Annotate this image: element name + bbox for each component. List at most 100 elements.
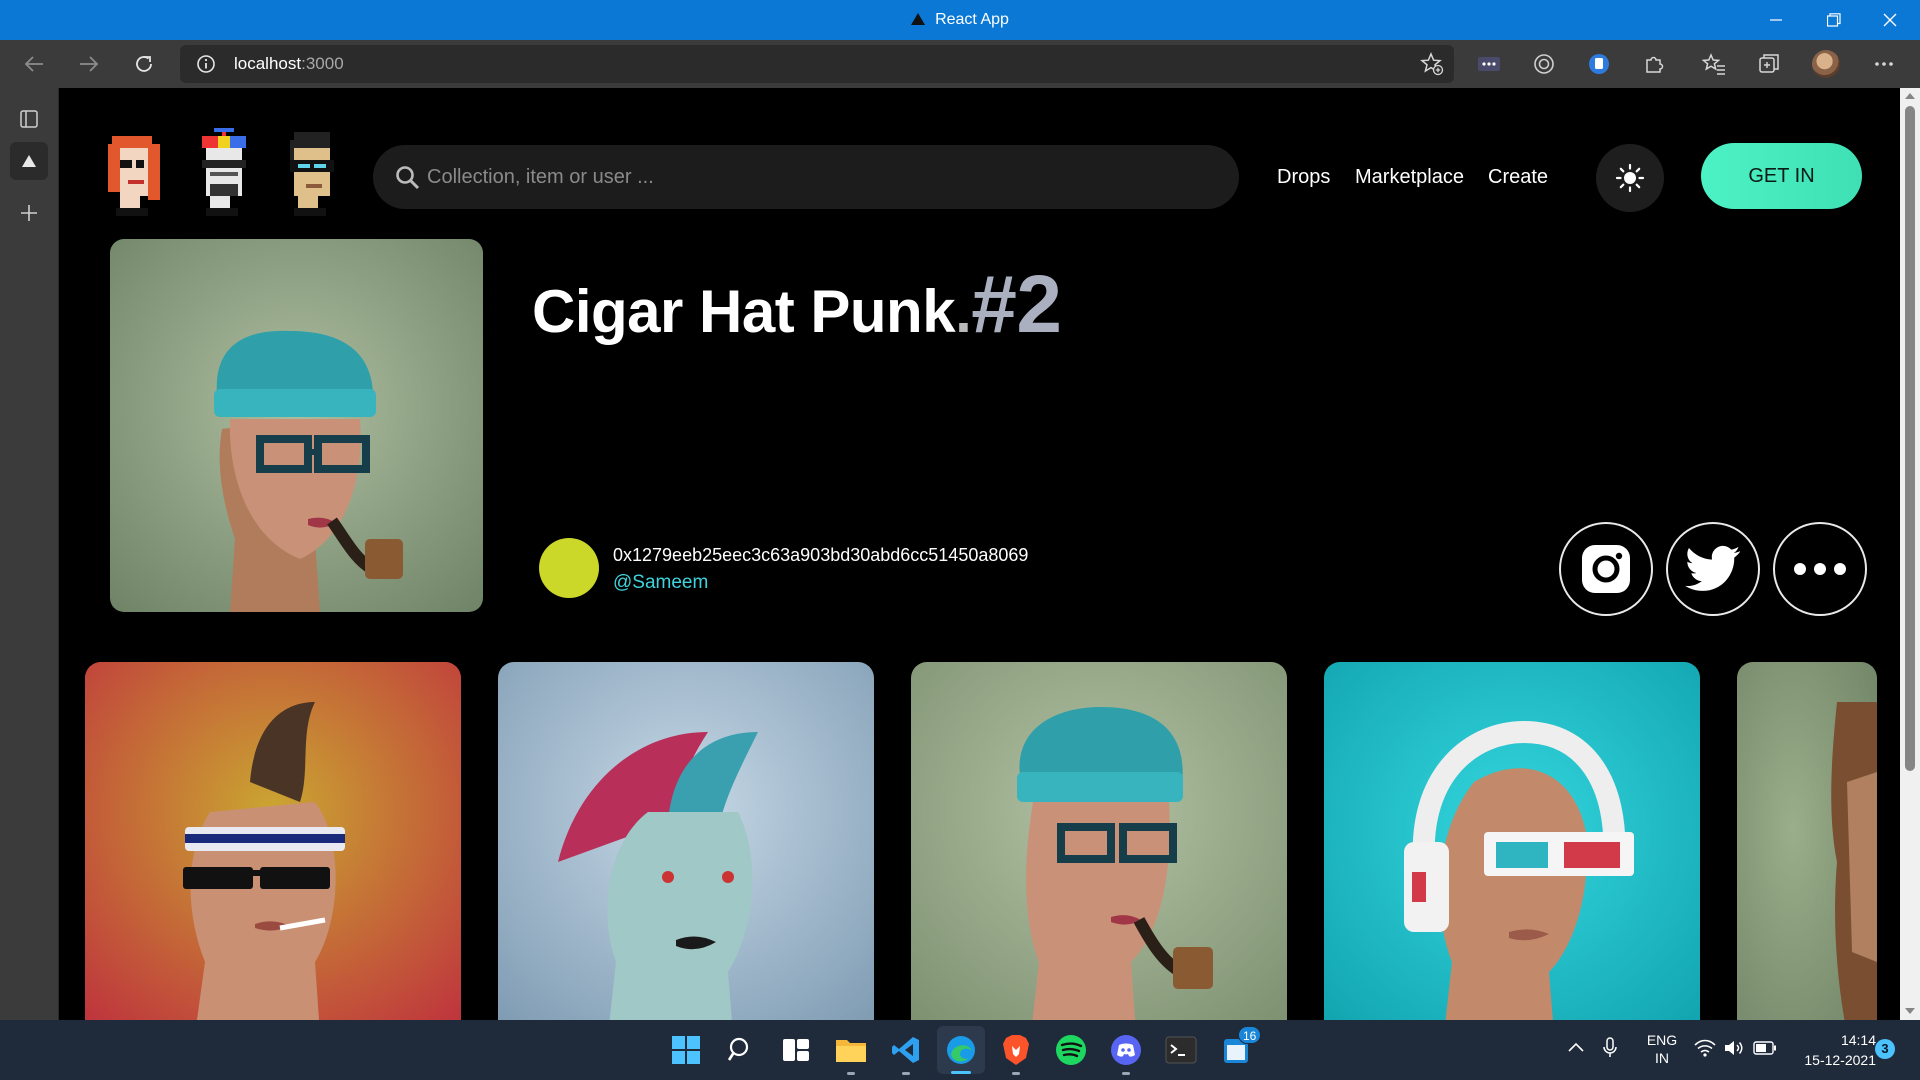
- discord-button[interactable]: [1108, 1032, 1144, 1075]
- extensions-puzzle-icon[interactable]: [1640, 50, 1668, 78]
- refresh-icon: [136, 56, 152, 72]
- microphone-icon[interactable]: [1602, 1036, 1618, 1065]
- nav-drops[interactable]: Drops: [1277, 166, 1330, 189]
- logo-punk-glasses[interactable]: [278, 128, 346, 216]
- edge-button[interactable]: [937, 1026, 985, 1074]
- logo-punk-redhair[interactable]: [100, 128, 168, 216]
- minimize-button[interactable]: [1748, 0, 1804, 40]
- vertical-tabs-sidebar: [0, 88, 59, 1020]
- spotify-button[interactable]: [1053, 1032, 1089, 1068]
- nft-card-image: [1737, 662, 1877, 1020]
- file-explorer-button[interactable]: [833, 1032, 869, 1075]
- notification-badge: 16: [1238, 1026, 1262, 1044]
- tab-actions-icon[interactable]: [10, 100, 48, 138]
- new-tab-button[interactable]: [10, 194, 48, 232]
- scroll-down-arrow[interactable]: [1905, 1008, 1915, 1014]
- wifi-icon[interactable]: [1694, 1039, 1716, 1062]
- nft-card-rainbow-hair[interactable]: [498, 662, 874, 1020]
- back-button[interactable]: [16, 46, 52, 82]
- windows-icon: [672, 1036, 700, 1064]
- scrollbar-thumb[interactable]: [1905, 106, 1915, 771]
- tab-react-app[interactable]: [10, 142, 48, 180]
- edge-icon: [947, 1036, 975, 1064]
- nav-marketplace[interactable]: Marketplace: [1355, 166, 1464, 189]
- more-dots-icon: [1794, 563, 1846, 575]
- restore-icon: [1827, 13, 1841, 27]
- twitter-button[interactable]: [1666, 522, 1760, 616]
- brave-button[interactable]: [998, 1032, 1034, 1075]
- chevron-up-icon: [1568, 1042, 1584, 1052]
- instagram-icon: [1582, 545, 1630, 593]
- search-bar[interactable]: [373, 145, 1239, 209]
- volume-icon[interactable]: [1723, 1039, 1745, 1062]
- nft-card-image: [85, 662, 461, 1020]
- restore-button[interactable]: [1806, 0, 1862, 40]
- get-in-button[interactable]: GET IN: [1701, 143, 1862, 209]
- favorites-icon[interactable]: [1700, 50, 1728, 78]
- start-button[interactable]: [668, 1032, 704, 1068]
- spotify-icon: [1056, 1035, 1086, 1065]
- collections-icon[interactable]: [1755, 50, 1783, 78]
- profile-avatar[interactable]: [1812, 50, 1840, 78]
- url-text[interactable]: localhost:3000: [234, 45, 344, 83]
- more-options-button[interactable]: [1773, 522, 1867, 616]
- react-app-tab-icon: [22, 155, 36, 167]
- terminal-icon: [1165, 1036, 1197, 1064]
- sun-icon: [1615, 163, 1645, 193]
- nft-card-mohawk[interactable]: [85, 662, 461, 1020]
- close-button[interactable]: [1862, 0, 1918, 40]
- instagram-button[interactable]: [1559, 522, 1653, 616]
- site-info-icon[interactable]: [196, 54, 216, 79]
- page-viewport: Drops Marketplace Create GET IN: [60, 88, 1900, 1020]
- owner-handle[interactable]: @Sameem: [613, 572, 708, 594]
- arrow-right-icon: [80, 56, 99, 72]
- brave-icon: [1003, 1035, 1029, 1065]
- terminal-button[interactable]: [1163, 1032, 1199, 1068]
- logo-punk-propeller[interactable]: [190, 128, 258, 216]
- extension-dots-icon[interactable]: [1475, 50, 1503, 78]
- scroll-up-arrow[interactable]: [1905, 93, 1915, 99]
- battery-icon[interactable]: [1753, 1041, 1777, 1060]
- nft-number: #2: [971, 259, 1062, 350]
- owner-avatar[interactable]: [539, 538, 599, 598]
- add-favorite-icon[interactable]: [1420, 52, 1444, 81]
- theme-toggle-button[interactable]: [1596, 144, 1664, 212]
- nft-card-image: [498, 662, 874, 1020]
- arrow-left-icon: [24, 56, 43, 72]
- folder-icon: [836, 1040, 866, 1062]
- settings-more-icon[interactable]: [1870, 50, 1898, 78]
- taskbar-search-button[interactable]: [723, 1032, 759, 1068]
- address-bar[interactable]: localhost:3000: [180, 45, 1454, 83]
- todo-button[interactable]: 16: [1218, 1026, 1262, 1068]
- clock[interactable]: 14:14 15-12-2021: [1790, 1030, 1876, 1070]
- language-indicator[interactable]: ENG IN: [1642, 1031, 1682, 1067]
- owner-address[interactable]: 0x1279eeb25eec3c63a903bd30abd6cc51450a80…: [613, 545, 1028, 566]
- nav-create[interactable]: Create: [1488, 166, 1548, 189]
- extension-target-icon[interactable]: [1530, 50, 1558, 78]
- nft-card-partial[interactable]: [1737, 662, 1877, 1020]
- search-input[interactable]: [427, 145, 1207, 209]
- task-view-button[interactable]: [778, 1032, 814, 1068]
- nft-card-image: [1324, 662, 1700, 1020]
- search-icon: [395, 165, 421, 196]
- refresh-button[interactable]: [126, 46, 162, 82]
- nft-card-image: [911, 662, 1287, 1020]
- show-hidden-icons-button[interactable]: [1567, 1040, 1585, 1058]
- hero-nft-image: [110, 239, 483, 612]
- minimize-icon: [1770, 19, 1782, 21]
- extension-blue-icon[interactable]: [1585, 50, 1613, 78]
- notifications-count[interactable]: 3: [1875, 1039, 1895, 1059]
- window-titlebar: React App: [0, 0, 1920, 40]
- window-title: React App: [0, 0, 1920, 40]
- page-scrollbar[interactable]: [1900, 88, 1920, 1020]
- plus-icon: [21, 205, 37, 221]
- nft-title: Cigar Hat Punk.#2: [532, 259, 1062, 350]
- nft-card-headphones[interactable]: [1324, 662, 1700, 1020]
- search-icon: [727, 1037, 749, 1061]
- vscode-icon: [892, 1037, 919, 1063]
- browser-toolbar: localhost:3000: [0, 40, 1920, 88]
- close-icon: [1883, 13, 1897, 27]
- forward-button[interactable]: [71, 46, 107, 82]
- vscode-button[interactable]: [888, 1032, 924, 1075]
- nft-card-cigar-hat[interactable]: [911, 662, 1287, 1020]
